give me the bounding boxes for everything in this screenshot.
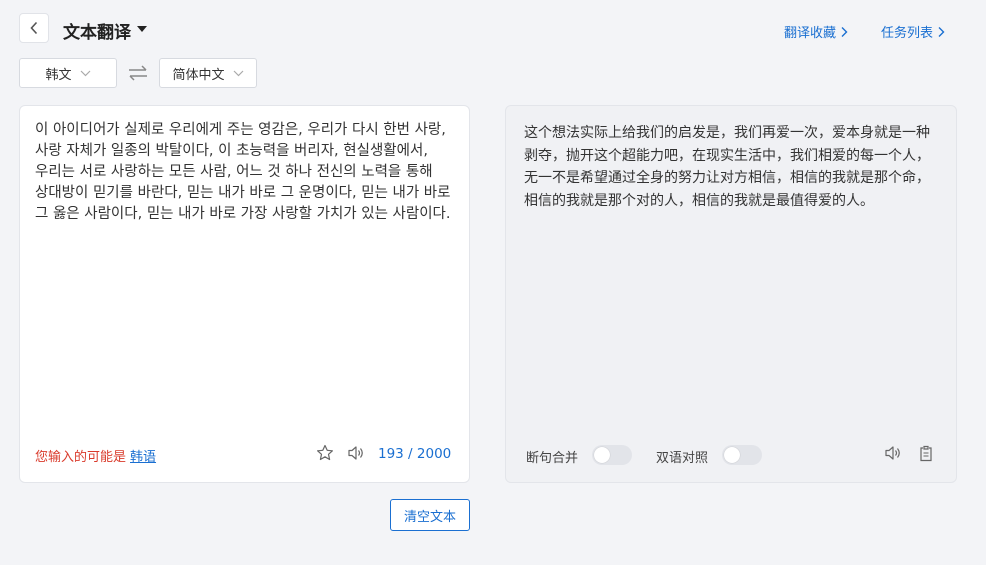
- translation-favorites-label: 翻译收藏: [784, 26, 837, 41]
- task-list-link[interactable]: 任务列表: [881, 22, 945, 41]
- translation-favorites-link[interactable]: 翻译收藏: [784, 22, 848, 41]
- language-detect-hint: 您输入的可能是 韩语: [35, 446, 156, 465]
- speaker-icon[interactable]: [347, 445, 365, 461]
- task-list-label: 任务列表: [881, 26, 934, 41]
- back-button[interactable]: [19, 13, 49, 43]
- copy-icon[interactable]: [918, 445, 934, 462]
- source-text-panel[interactable]: 이 아이디어가 실제로 우리에게 주는 영감은, 우리가 다시 한번 사랑, 사…: [19, 105, 470, 483]
- caret-down-icon[interactable]: [136, 24, 148, 34]
- translation-result-text: 这个想法实际上给我们的启发是，我们再爱一次，爱本身就是一种剥夺，抛开这个超能力吧…: [524, 125, 930, 209]
- speaker-icon[interactable]: [884, 445, 902, 461]
- translation-result-panel: 这个想法实际上给我们的启发是，我们再爱一次，爱本身就是一种剥夺，抛开这个超能力吧…: [505, 105, 957, 483]
- source-language-value: 韩文: [45, 67, 72, 83]
- bilingual-label: 双语对照: [656, 451, 709, 466]
- source-language-select[interactable]: 韩文: [19, 58, 117, 88]
- clear-text-button[interactable]: 清空文本: [390, 499, 470, 531]
- chevron-down-icon: [80, 70, 90, 76]
- source-text-input[interactable]: 이 아이디어가 실제로 우리에게 주는 영감은, 우리가 다시 한번 사랑, 사…: [35, 120, 455, 225]
- star-icon[interactable]: [316, 444, 334, 462]
- chevron-right-icon: [841, 26, 848, 37]
- target-language-value: 简体中文: [172, 67, 225, 83]
- swap-icon[interactable]: [127, 64, 149, 82]
- detect-hint-label: 您输入的可能是: [35, 450, 127, 465]
- character-counter: 193 / 2000: [378, 446, 452, 462]
- page-title: 文本翻译: [63, 23, 131, 43]
- bilingual-toggle[interactable]: [722, 445, 762, 465]
- sentence-merge-toggle[interactable]: [592, 445, 632, 465]
- sentence-merge-label: 断句合并: [526, 451, 579, 466]
- back-chevron-icon: [30, 21, 38, 35]
- chevron-right-icon: [938, 26, 945, 37]
- detected-language-link[interactable]: 韩语: [130, 450, 156, 465]
- chevron-down-icon: [233, 70, 243, 76]
- target-language-select[interactable]: 简体中文: [159, 58, 257, 88]
